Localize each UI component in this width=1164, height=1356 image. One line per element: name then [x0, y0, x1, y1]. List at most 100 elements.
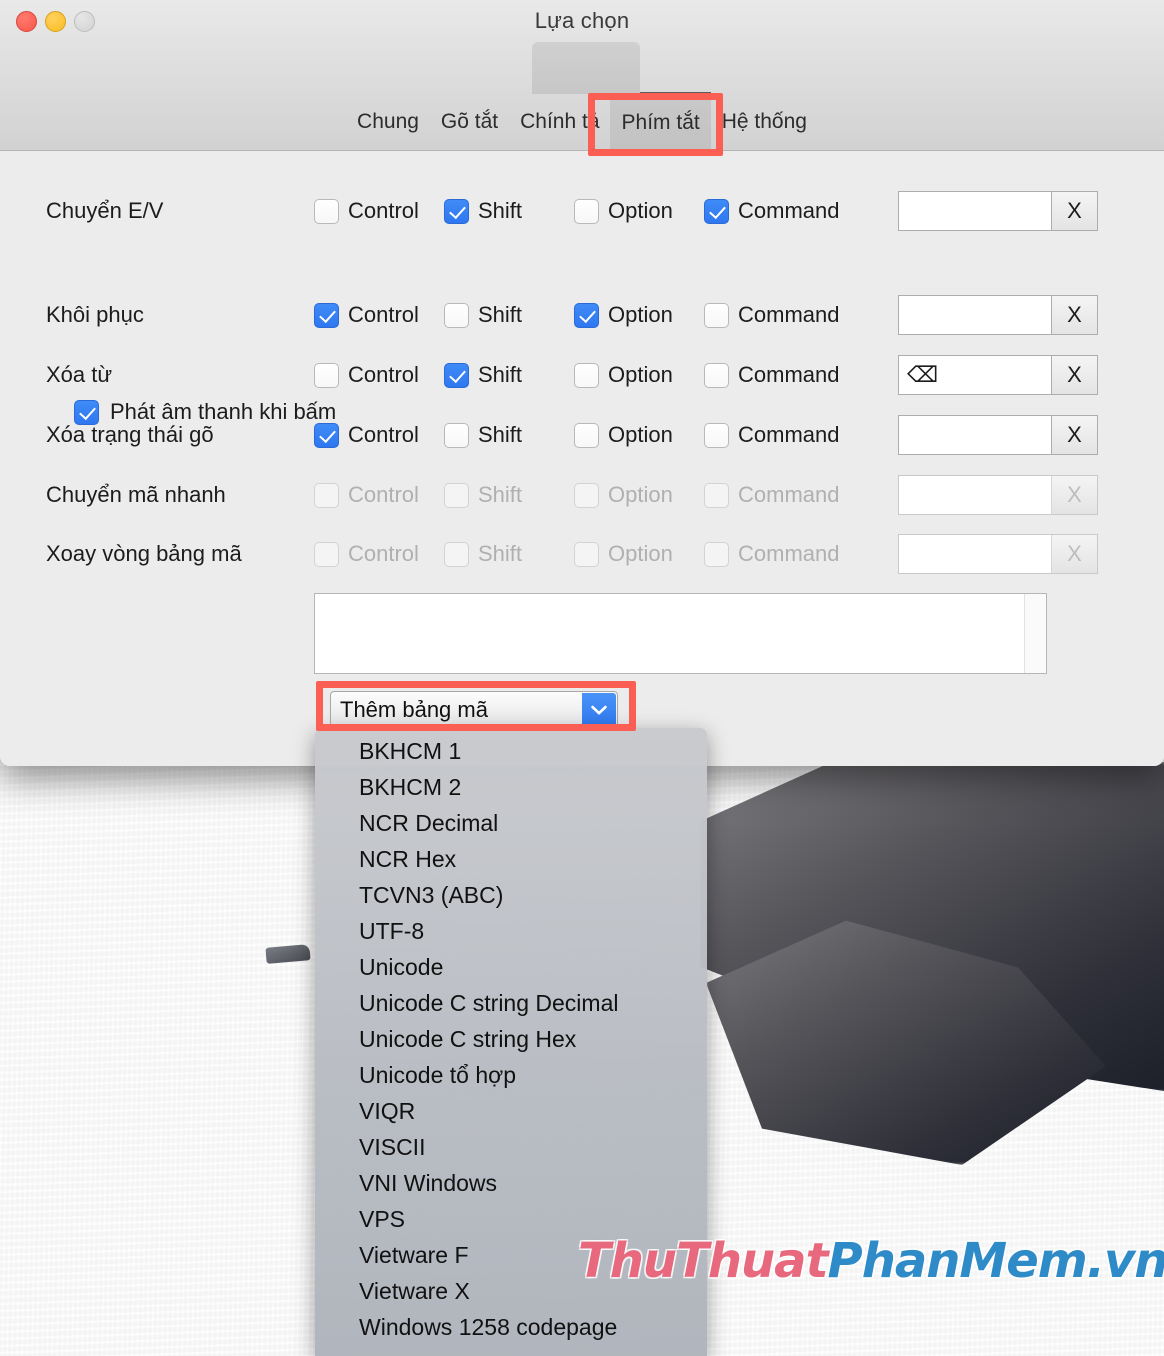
- modifier-control[interactable]: Control: [314, 362, 444, 388]
- checkbox-option[interactable]: [574, 302, 599, 328]
- codepage-list-box[interactable]: [314, 593, 1047, 674]
- clear-key-button[interactable]: X: [1051, 416, 1097, 454]
- checkbox-control[interactable]: [314, 302, 339, 328]
- clear-key-button[interactable]: X: [1051, 296, 1097, 334]
- checkbox-command[interactable]: [704, 362, 729, 388]
- modifier-label: Shift: [478, 482, 523, 507]
- tab-chinh-ta[interactable]: Chính tả: [509, 94, 610, 150]
- modifier-label: Control: [348, 362, 419, 387]
- modifier-command: Command: [704, 541, 839, 567]
- dropdown-item[interactable]: VNI Windows: [315, 1165, 707, 1201]
- checkbox-shift[interactable]: [444, 422, 469, 448]
- dropdown-item[interactable]: BKHCM 1: [315, 733, 707, 769]
- key-field-group[interactable]: X: [898, 415, 1098, 455]
- key-field-group[interactable]: X: [898, 295, 1098, 335]
- dropdown-item[interactable]: Unicode: [315, 949, 707, 985]
- modifier-control[interactable]: Control: [314, 198, 444, 224]
- checkbox-command[interactable]: [704, 198, 729, 224]
- modifier-option[interactable]: Option: [574, 362, 704, 388]
- key-input[interactable]: [899, 296, 1051, 334]
- key-input[interactable]: [899, 416, 1051, 454]
- dropdown-item[interactable]: Unicode tổ hợp: [315, 1057, 707, 1093]
- dropdown-item[interactable]: VIQR: [315, 1093, 707, 1129]
- checkbox-option[interactable]: [574, 362, 599, 388]
- checkbox-option[interactable]: [574, 422, 599, 448]
- checkbox-control[interactable]: [314, 198, 339, 224]
- modifier-group: Control Shift Option Command: [314, 362, 839, 388]
- modifier-label: Shift: [478, 302, 523, 327]
- tab-go-tat[interactable]: Gõ tắt: [430, 94, 509, 150]
- modifier-label: Shift: [478, 198, 523, 223]
- chevron-down-icon[interactable]: [582, 693, 616, 727]
- modifier-shift[interactable]: Shift: [444, 302, 574, 328]
- checkbox-shift: [444, 541, 469, 567]
- selected-tab-popup-shape: [532, 42, 640, 94]
- shortcut-row-chuyen-ev: Chuyển E/V Control Shift Option Command: [0, 189, 1164, 233]
- clear-key-button[interactable]: X: [1051, 192, 1097, 230]
- modifier-control[interactable]: Control: [314, 302, 444, 328]
- modifier-label: Option: [608, 422, 673, 447]
- dropdown-item[interactable]: VPS: [315, 1201, 707, 1237]
- modifier-command[interactable]: Command: [704, 422, 839, 448]
- modifier-label: Option: [608, 302, 673, 327]
- modifier-option[interactable]: Option: [574, 198, 704, 224]
- key-field-group[interactable]: X: [898, 191, 1098, 231]
- codepage-list-scrollbar[interactable]: [1024, 594, 1046, 673]
- row-label: Chuyển E/V: [46, 198, 164, 223]
- tab-phim-tat[interactable]: Phím tắt: [610, 92, 711, 150]
- shortcut-row-xoa-tu: Xóa từ Control Shift Option Command ⌫ X: [0, 353, 1164, 397]
- modifier-shift[interactable]: Shift: [444, 362, 574, 388]
- toolbar-tabs: Chung Gõ tắt Chính tả Phím tắt Hệ thống: [346, 92, 818, 150]
- dropdown-item[interactable]: UTF-8: [315, 913, 707, 949]
- modifier-group: Control Shift Option Command: [314, 482, 839, 508]
- checkbox-control[interactable]: [314, 422, 339, 448]
- modifier-label: Command: [738, 541, 840, 566]
- dropdown-item[interactable]: TCVN3 (ABC): [315, 877, 707, 913]
- row-label: Xoay vòng bảng mã: [46, 541, 242, 566]
- checkbox-control[interactable]: [314, 362, 339, 388]
- dropdown-item[interactable]: Unicode C string Hex: [315, 1021, 707, 1057]
- modifier-group: Control Shift Option Command: [314, 422, 839, 448]
- modifier-shift: Shift: [444, 482, 574, 508]
- modifier-shift[interactable]: Shift: [444, 422, 574, 448]
- checkbox-option[interactable]: [574, 198, 599, 224]
- modifier-label: Option: [608, 482, 673, 507]
- key-input[interactable]: ⌫: [899, 356, 1051, 394]
- checkbox-command[interactable]: [704, 302, 729, 328]
- modifier-option: Option: [574, 482, 704, 508]
- checkbox-shift[interactable]: [444, 198, 469, 224]
- checkbox-shift[interactable]: [444, 302, 469, 328]
- clear-key-button: X: [1051, 535, 1097, 573]
- dropdown-item[interactable]: NCR Hex: [315, 841, 707, 877]
- row-label: Xóa từ: [46, 362, 113, 387]
- modifier-shift[interactable]: Shift: [444, 198, 574, 224]
- row-label: Xóa trạng thái gõ: [46, 422, 214, 447]
- dropdown-item[interactable]: Unicode C string Decimal: [315, 985, 707, 1021]
- tab-label: Gõ tắt: [440, 110, 499, 133]
- modifier-label: Control: [348, 541, 419, 566]
- dropdown-item[interactable]: VISCII: [315, 1129, 707, 1165]
- dropdown-item[interactable]: Windows 1258 codepage: [315, 1309, 707, 1345]
- checkbox-shift[interactable]: [444, 362, 469, 388]
- dropdown-item[interactable]: BKHCM 2: [315, 769, 707, 805]
- shortcut-row-xoa-trang-thai-go: Xóa trạng thái gõ Control Shift Option C…: [0, 413, 1164, 457]
- add-codepage-popup-button[interactable]: Thêm bảng mã: [330, 691, 618, 729]
- modifier-option[interactable]: Option: [574, 422, 704, 448]
- dropdown-item[interactable]: NCR Decimal: [315, 805, 707, 841]
- modifier-command[interactable]: Command: [704, 362, 839, 388]
- modifier-command[interactable]: Command: [704, 302, 839, 328]
- tab-chung[interactable]: Chung: [346, 94, 430, 150]
- clear-key-button[interactable]: X: [1051, 356, 1097, 394]
- key-field-group[interactable]: ⌫ X: [898, 355, 1098, 395]
- modifier-control[interactable]: Control: [314, 422, 444, 448]
- tab-label: Chính tả: [520, 110, 600, 133]
- tab-he-thong[interactable]: Hệ thống: [711, 94, 818, 150]
- modifier-label: Command: [738, 422, 840, 447]
- checkbox-command[interactable]: [704, 422, 729, 448]
- modifier-label: Option: [608, 198, 673, 223]
- modifier-option[interactable]: Option: [574, 302, 704, 328]
- modifier-shift: Shift: [444, 541, 574, 567]
- modifier-command[interactable]: Command: [704, 198, 839, 224]
- checkbox-control: [314, 541, 339, 567]
- key-input[interactable]: [899, 192, 1051, 230]
